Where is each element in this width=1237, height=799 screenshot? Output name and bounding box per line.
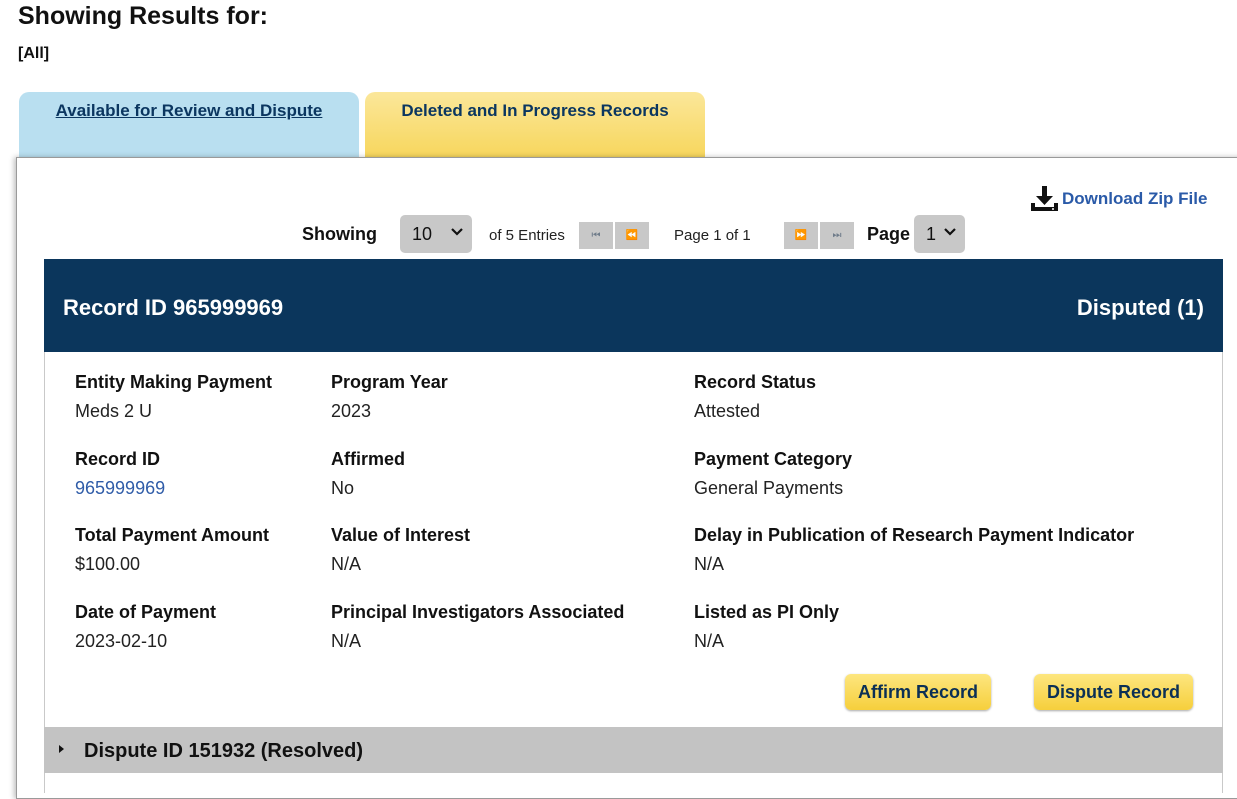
last-page-icon: ⏭	[832, 230, 842, 241]
field-value-program-year: 2023	[331, 401, 372, 421]
field-label-affirmed: Affirmed	[331, 449, 406, 469]
entries-per-page-value: 10	[412, 223, 433, 244]
field-value-value-of-interest: N/A	[331, 554, 362, 574]
record-header-id: Record ID 965999969	[63, 295, 284, 320]
field-label-entity: Entity Making Payment	[75, 372, 273, 392]
record-id-link[interactable]: 965999969	[75, 478, 165, 499]
field-label-record-id: Record ID	[75, 449, 161, 469]
dispute-accordion-label: Dispute ID 151932 (Resolved)	[84, 740, 363, 762]
first-page-icon: ⏮	[591, 230, 601, 241]
field-label-record-status: Record Status	[694, 372, 817, 392]
field-value-record-status: Attested	[694, 401, 761, 421]
field-value-affirmed: No	[331, 478, 355, 498]
next-page-icon: ⏩	[794, 230, 808, 241]
download-zip-label: Download Zip File	[1062, 189, 1208, 208]
download-tray-icon	[1031, 186, 1058, 211]
chevron-down-icon	[944, 228, 956, 236]
field-label-delay-indicator: Delay in Publication of Research Payment…	[694, 525, 1135, 545]
dispute-status-badge: Disputed (1)	[1076, 295, 1204, 320]
field-label-program-year: Program Year	[331, 372, 448, 392]
prev-page-icon: ⏪	[625, 230, 639, 241]
dispute-body	[44, 773, 1223, 793]
chevron-down-icon	[451, 228, 463, 236]
field-label-total-amount: Total Payment Amount	[75, 525, 270, 545]
field-label-principal-investigators: Principal Investigators Associated	[331, 602, 625, 622]
filter-value: [All]	[18, 45, 50, 62]
field-label-payment-category: Payment Category	[694, 449, 853, 469]
field-value-principal-investigators: N/A	[331, 631, 362, 651]
entries-per-page-select[interactable]: 10	[400, 215, 472, 253]
field-value-total-amount: $100.00	[75, 554, 141, 574]
record-header: Record ID 965999969 Disputed (1)	[44, 259, 1223, 352]
tab-available-for-review[interactable]: Available for Review and Dispute	[19, 92, 359, 158]
field-label-date-of-payment: Date of Payment	[75, 602, 217, 622]
field-value-listed-as-pi: N/A	[694, 631, 725, 651]
dispute-accordion-toggle[interactable]: Dispute ID 151932 (Resolved)	[44, 727, 1223, 773]
page-title: Showing Results for:	[18, 2, 268, 30]
field-value-entity: Meds 2 U	[75, 401, 153, 421]
download-zip-link[interactable]: Download Zip File	[1029, 184, 1207, 214]
field-value-date-of-payment: 2023-02-10	[75, 631, 168, 651]
next-page-button[interactable]: ⏩	[784, 222, 818, 249]
field-label-listed-as-pi: Listed as PI Only	[694, 602, 840, 622]
prev-page-button[interactable]: ⏪	[615, 222, 649, 249]
showing-label: Showing	[302, 224, 377, 244]
field-value-delay-indicator: N/A	[694, 554, 725, 574]
dispute-record-button[interactable]: Dispute Record	[1034, 674, 1193, 710]
last-page-button[interactable]: ⏭	[820, 222, 854, 249]
page-select[interactable]: 1	[914, 215, 965, 253]
page-label: Page	[867, 224, 911, 244]
entries-count-text: of 5 Entries	[489, 227, 565, 244]
affirm-record-button[interactable]: Affirm Record	[845, 674, 991, 710]
field-label-value-of-interest: Value of Interest	[331, 525, 471, 545]
first-page-button[interactable]: ⏮	[579, 222, 613, 249]
field-value-payment-category: General Payments	[694, 478, 844, 498]
page-select-value: 1	[926, 223, 937, 244]
tab-deleted-in-progress[interactable]: Deleted and In Progress Records	[365, 92, 705, 158]
page-count-text: Page 1 of 1	[674, 227, 751, 244]
caret-right-icon	[59, 745, 64, 753]
